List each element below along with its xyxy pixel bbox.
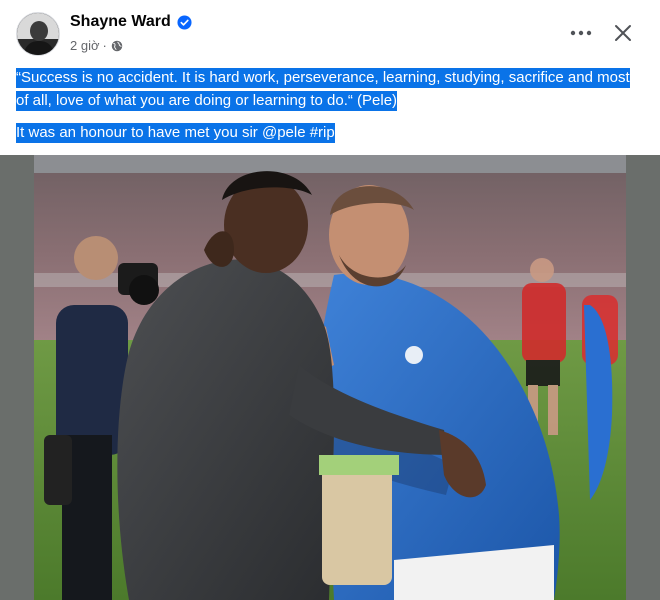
close-icon [615, 25, 631, 41]
post-text: “Success is no accident. It is hard work… [16, 66, 644, 144]
post-timestamp[interactable]: 2 giờ [70, 38, 100, 53]
post-quote-paragraph: “Success is no accident. It is hard work… [16, 66, 644, 112]
post-caption-text: It was an honour to have met you sir @pe… [16, 123, 335, 143]
post-photo[interactable] [34, 155, 626, 600]
more-horizontal-icon [570, 30, 592, 36]
media-container [0, 155, 660, 600]
photo-illustration [34, 155, 626, 600]
post-quote-text: “Success is no accident. It is hard work… [16, 68, 630, 111]
background-person-shorts [319, 455, 399, 585]
author-name[interactable]: Shayne Ward [70, 13, 171, 31]
facebook-post: Shayne Ward 2 giờ · “Success is no accid… [0, 0, 660, 600]
globe-icon[interactable] [111, 40, 123, 52]
more-options-button[interactable] [566, 18, 596, 48]
meta-separator: · [102, 38, 107, 53]
verified-badge-icon [177, 15, 192, 30]
post-header: Shayne Ward 2 giờ · [0, 0, 660, 64]
post-caption-paragraph: It was an honour to have met you sir @pe… [16, 121, 644, 144]
author-avatar[interactable] [16, 12, 60, 56]
close-button[interactable] [608, 18, 638, 48]
avatar-image [17, 13, 59, 55]
post-meta: 2 giờ · [70, 38, 123, 53]
